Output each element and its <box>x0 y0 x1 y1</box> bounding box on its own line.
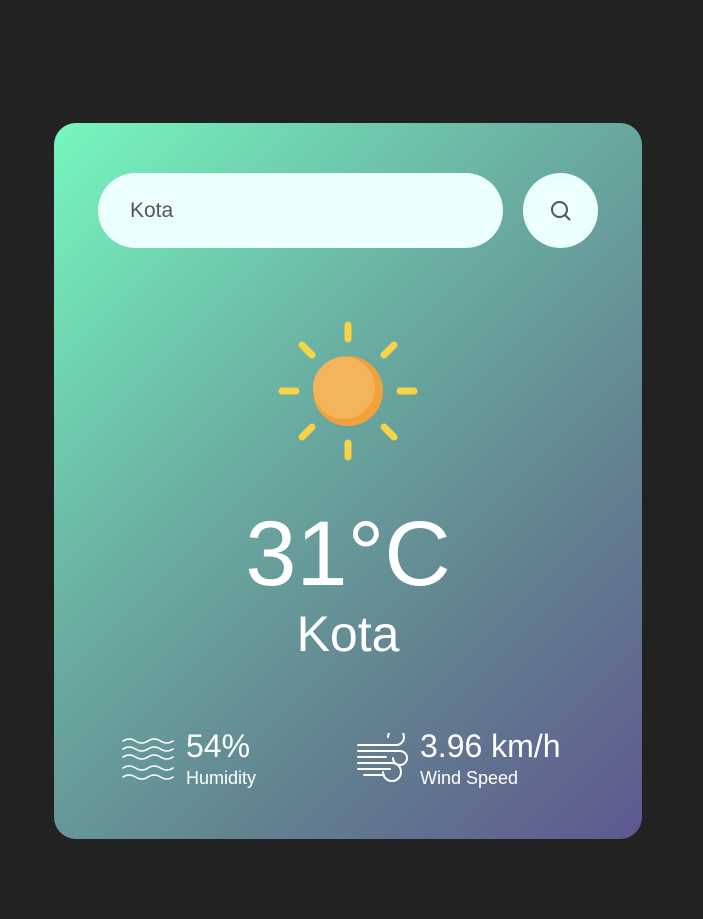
search-icon <box>549 199 573 223</box>
humidity-waves-icon <box>122 737 174 788</box>
wind-value: 3.96 km/h <box>420 728 561 764</box>
city-name: Kota <box>296 606 400 662</box>
wind-icon <box>356 728 408 792</box>
sun-icon <box>278 321 418 461</box>
search-button[interactable] <box>523 173 598 248</box>
wind-label: Wind Speed <box>420 768 519 788</box>
search-input[interactable] <box>98 173 503 248</box>
temperature: 31°C <box>245 503 451 605</box>
weather-card: 31°C Kota 54% Humidity 3. <box>54 123 642 839</box>
humidity-label: Humidity <box>186 768 257 788</box>
humidity-value: 54% <box>186 728 251 764</box>
